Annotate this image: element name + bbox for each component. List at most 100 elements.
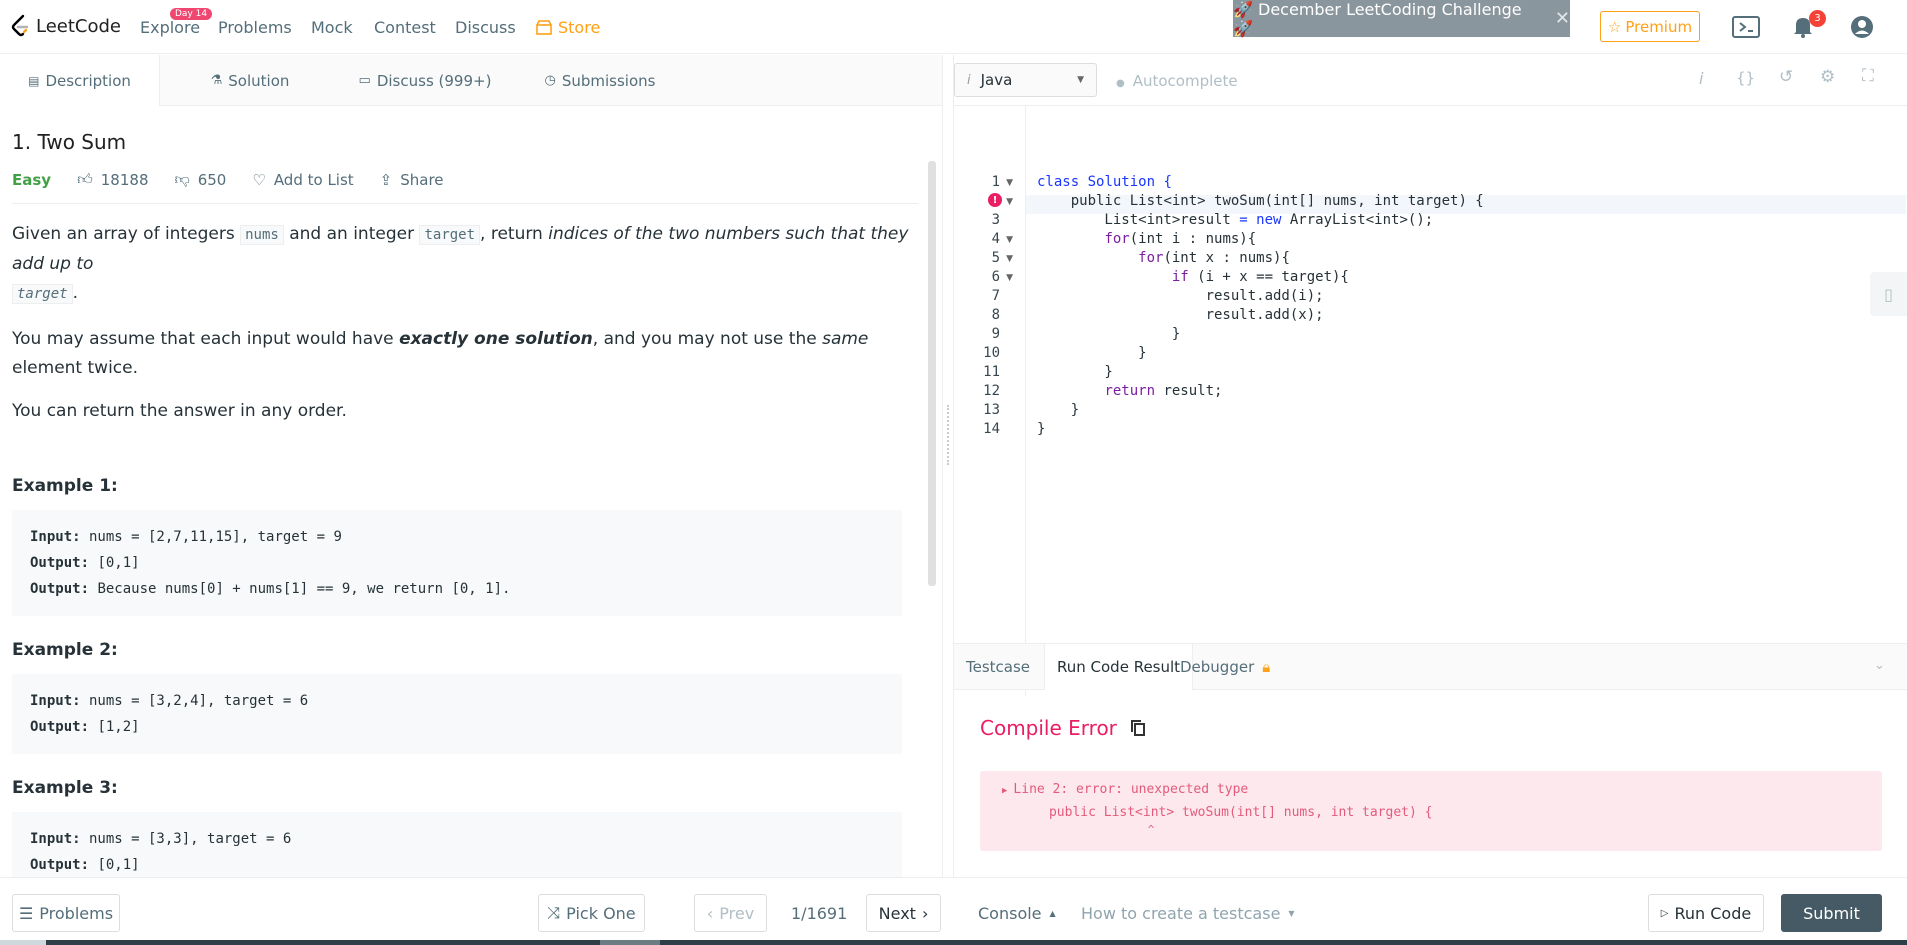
- store-icon: [536, 20, 552, 35]
- line-number: 11: [983, 364, 1000, 380]
- line-number: 8: [991, 307, 1000, 323]
- fullscreen-icon[interactable]: ⛶: [1862, 66, 1874, 86]
- statement-text: , and you may not use the: [592, 329, 823, 349]
- output-label: Output:: [30, 719, 90, 735]
- code-line: if (i + x == target){: [1037, 269, 1349, 285]
- tab-debugger[interactable]: Debugger 🔒︎: [1180, 644, 1270, 690]
- code-text: (i + x == target){: [1188, 269, 1349, 285]
- code-line: }: [1037, 326, 1181, 342]
- results-tabs: Testcase Run Code Result Debugger 🔒︎ ⌄: [954, 644, 1907, 690]
- how-to-testcase-link[interactable]: How to create a testcase ▼: [1081, 904, 1295, 923]
- leetcode-logo[interactable]: LeetCode: [10, 14, 121, 38]
- reset-icon[interactable]: ↺: [1779, 67, 1793, 87]
- input-value: nums = [2,7,11,15], target = 9: [80, 529, 342, 545]
- playground-icon[interactable]: [1732, 16, 1760, 38]
- settings-icon[interactable]: ⚙: [1820, 67, 1835, 87]
- lock-icon: 🔒︎: [1262, 658, 1271, 676]
- tab-run-code-result[interactable]: Run Code Result: [1044, 644, 1194, 690]
- explanation-label: Output:: [30, 581, 90, 597]
- copy-icon[interactable]: [1130, 720, 1145, 736]
- statement-text: You may assume that each input would hav…: [12, 329, 400, 349]
- share-label: Share: [400, 170, 444, 189]
- avatar-icon[interactable]: [1850, 15, 1874, 39]
- nav-mock[interactable]: Mock: [311, 18, 353, 37]
- info-icon[interactable]: i: [1699, 69, 1703, 88]
- code-text: (int x : nums){: [1163, 250, 1290, 266]
- run-code-button[interactable]: ▷ Run Code: [1648, 894, 1764, 932]
- description-scrollbar[interactable]: [928, 161, 936, 586]
- tab-solution[interactable]: ⚗ Solution: [160, 55, 340, 106]
- nav-explore[interactable]: Explore: [140, 18, 200, 37]
- error-icon[interactable]: !: [988, 193, 1002, 207]
- code-keyword: for: [1138, 250, 1164, 266]
- autocomplete-toggle[interactable]: ● Autocomplete: [1116, 72, 1238, 90]
- side-feedback-tab[interactable]: ▯: [1870, 272, 1907, 316]
- challenge-banner[interactable]: 🚀 December LeetCoding Challenge 🚀 ✕: [1233, 0, 1570, 38]
- taskbar-segment: [0, 940, 46, 945]
- dot-icon: ●: [1116, 78, 1125, 89]
- add-to-list-button[interactable]: ♡ Add to List: [252, 171, 353, 189]
- nav-contest[interactable]: Contest: [374, 18, 436, 37]
- top-navbar: LeetCode Explore Day 14 Problems Mock Co…: [0, 0, 1907, 54]
- share-button[interactable]: ⇪ Share: [380, 171, 444, 189]
- example-box: Input: nums = [3,3], target = 6 Output: …: [12, 812, 902, 877]
- statement-text: and an integer: [283, 224, 420, 244]
- line-number: 14: [983, 421, 1000, 437]
- submit-button[interactable]: Submit: [1781, 894, 1882, 932]
- like-count: 18188: [100, 170, 149, 189]
- fold-icon[interactable]: ▼: [1006, 178, 1013, 188]
- premium-button[interactable]: ☆ Premium: [1600, 11, 1700, 42]
- code-line: for(int x : nums){: [1037, 250, 1290, 266]
- input-value: nums = [3,3], target = 6: [80, 831, 292, 847]
- code-text: (int i : nums){: [1129, 231, 1257, 247]
- fold-icon[interactable]: ▼: [1006, 197, 1013, 207]
- caret-up-icon: ▲: [1049, 909, 1056, 918]
- error-message-box: ▶ Line 2: error: unexpected type public L…: [980, 771, 1882, 851]
- nav-discuss[interactable]: Discuss: [455, 18, 516, 37]
- play-icon: ▷: [1660, 907, 1669, 919]
- page-indicator: 1/1691: [791, 904, 848, 923]
- tab-solution-label: Solution: [228, 71, 290, 90]
- pick-one-button[interactable]: ⤨ Pick One: [538, 894, 645, 932]
- language-select[interactable]: i Java ▼: [954, 63, 1097, 97]
- chevron-right-icon: ›: [921, 903, 929, 923]
- statement-text: element twice.: [12, 358, 139, 378]
- flask-icon: ⚗: [210, 73, 223, 88]
- tab-submissions[interactable]: ◷ Submissions: [510, 55, 690, 106]
- console-toggle[interactable]: Console ▲: [978, 904, 1056, 923]
- tab-submissions-label: Submissions: [561, 71, 656, 90]
- code-line: }: [1037, 402, 1080, 418]
- explore-day-badge: Day 14: [170, 8, 213, 20]
- input-label: Input:: [30, 693, 81, 709]
- console-label: Console: [978, 904, 1042, 923]
- close-icon[interactable]: ✕: [1555, 8, 1570, 29]
- problem-assumption: You may assume that each input would hav…: [12, 325, 918, 383]
- inline-code-target: target: [419, 225, 481, 245]
- fold-icon[interactable]: ▼: [1006, 235, 1013, 245]
- fold-icon[interactable]: ▼: [1006, 273, 1013, 283]
- nav-problems[interactable]: Problems: [218, 18, 292, 37]
- code-line: public List<int> twoSum(int[] nums, int …: [1037, 193, 1484, 209]
- line-number: 7: [991, 288, 1000, 304]
- info-icon: i: [967, 72, 971, 88]
- fold-icon[interactable]: ▼: [1006, 254, 1013, 264]
- panel-splitter[interactable]: [942, 55, 954, 877]
- dislike-button[interactable]: 👎︎ 650: [174, 170, 226, 189]
- tab-description[interactable]: ▤ Description: [0, 55, 160, 106]
- nav-store[interactable]: Store: [536, 18, 600, 37]
- chevron-down-icon[interactable]: ⌄: [1874, 658, 1885, 673]
- line-number: 12: [983, 383, 1000, 399]
- problem-order-note: You can return the answer in any order.: [12, 401, 347, 421]
- prev-button[interactable]: ‹ Prev: [694, 894, 767, 932]
- braces-icon[interactable]: {}: [1736, 69, 1755, 87]
- tab-testcase[interactable]: Testcase: [966, 644, 1030, 690]
- code-text: ArrayList<int>();: [1281, 212, 1434, 228]
- problems-list-button[interactable]: ☰ Problems: [12, 894, 120, 932]
- input-value: nums = [3,2,4], target = 6: [80, 693, 309, 709]
- tab-discuss[interactable]: ▭ Discuss (999+): [340, 55, 510, 106]
- like-button[interactable]: 👍︎ 18188: [77, 170, 148, 189]
- drag-handle-icon: [947, 405, 949, 465]
- next-button[interactable]: Next ›: [866, 894, 941, 932]
- expand-icon[interactable]: ▶: [1002, 786, 1007, 796]
